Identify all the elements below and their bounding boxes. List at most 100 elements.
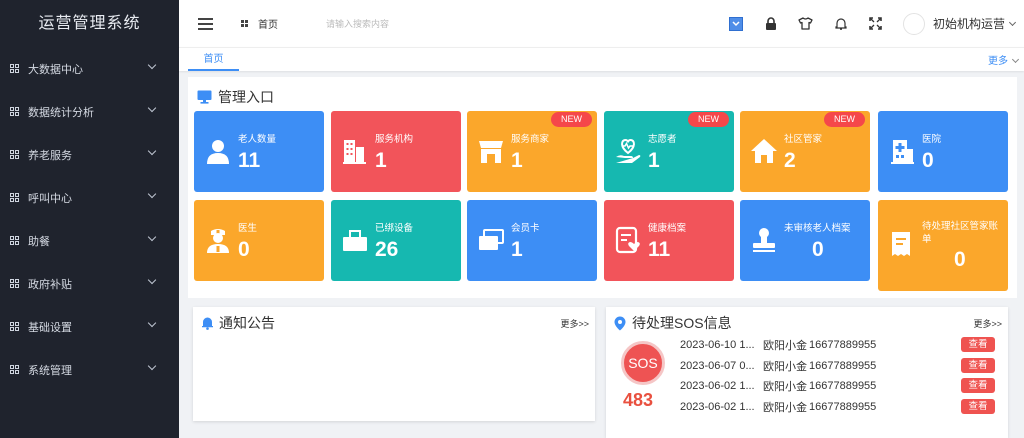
sidebar-item-basic-settings[interactable]: 基础设置	[0, 305, 179, 348]
sidebar-item-subsidy[interactable]: 政府补贴	[0, 262, 179, 305]
view-button[interactable]: 查看	[961, 399, 995, 414]
sidebar-item-elderly-service[interactable]: 养老服务	[0, 133, 179, 176]
card-label: 医院	[922, 134, 942, 145]
grid-icon	[10, 149, 20, 160]
tab-bar: 首页 更多	[179, 47, 1024, 71]
lock-icon[interactable]	[763, 16, 779, 32]
sos-date: 2023-06-07 0...	[680, 360, 755, 372]
card-value: 26	[375, 238, 399, 261]
new-badge: NEW	[551, 112, 592, 127]
sidebar-item-call-center[interactable]: 呼叫中心	[0, 176, 179, 219]
avatar[interactable]	[902, 12, 925, 35]
grid-icon	[10, 235, 20, 246]
card-member-card[interactable]: 会员卡 1	[467, 200, 597, 281]
card-health-record[interactable]: 健康档案 11	[604, 200, 734, 281]
menu-toggle-icon[interactable]	[198, 17, 213, 30]
home-breadcrumb[interactable]: 首页	[241, 16, 278, 31]
heart-hand-icon	[616, 138, 641, 163]
card-label: 会员卡	[511, 223, 540, 234]
grid-icon	[10, 321, 20, 332]
chevron-down-icon	[147, 232, 157, 242]
monitor-icon	[197, 90, 212, 104]
health-record-icon	[615, 226, 640, 254]
dropdown-select-icon[interactable]	[728, 16, 744, 32]
location-pin-icon	[614, 316, 626, 330]
card-label: 已绑设备	[375, 223, 414, 234]
card-value: 1	[648, 149, 660, 172]
sos-phone: 16677889955	[809, 401, 877, 413]
new-badge: NEW	[688, 112, 729, 127]
grid-icon	[10, 278, 20, 289]
card-unreviewed-elderly[interactable]: 未审核老人档案 0	[740, 200, 870, 281]
card-value: 11	[238, 149, 261, 172]
card-label: 待处理社区管家账单	[922, 221, 999, 245]
tab-home[interactable]: 首页	[188, 48, 239, 71]
person-icon	[207, 140, 229, 164]
sidebar-item-meal-aid[interactable]: 助餐	[0, 219, 179, 262]
card-label: 医生	[238, 223, 258, 234]
bell-icon[interactable]	[833, 16, 849, 32]
card-pending-steward-bill[interactable]: 待处理社区管家账单 0	[878, 200, 1008, 291]
view-button[interactable]: 查看	[961, 378, 995, 393]
app-title: 运营管理系统	[38, 15, 141, 32]
top-bar: 首页 初始机构运营	[179, 0, 1024, 47]
notice-panel: 通知公告 更多>>	[193, 307, 595, 421]
new-badge: NEW	[824, 112, 865, 127]
sos-name: 欧阳小金	[763, 361, 807, 373]
card-volunteer[interactable]: 志愿者 1 NEW	[604, 111, 734, 192]
user-name[interactable]: 初始机构运营	[933, 15, 1005, 32]
card-value: 0	[922, 149, 934, 172]
bill-icon	[892, 232, 910, 256]
house-icon	[751, 139, 777, 163]
fullscreen-icon[interactable]	[868, 16, 884, 32]
card-label: 志愿者	[648, 134, 677, 145]
sidebar-item-label: 养老服务	[28, 149, 72, 162]
shop-icon	[479, 141, 503, 163]
card-community-steward[interactable]: 社区管家 2 NEW	[740, 111, 870, 192]
sos-phone: 16677889955	[809, 380, 877, 392]
sos-more-link[interactable]: 更多>>	[973, 317, 1002, 330]
building-icon	[343, 140, 366, 164]
chevron-down-icon	[147, 361, 157, 371]
view-button[interactable]: 查看	[961, 337, 995, 352]
notice-title-text: 通知公告	[219, 315, 275, 331]
card-doctor[interactable]: 医生 0	[194, 200, 324, 281]
notice-more-link[interactable]: 更多>>	[560, 317, 589, 330]
sidebar-item-label: 大数据中心	[28, 63, 83, 76]
hospital-icon	[891, 140, 914, 164]
card-service-merchant[interactable]: 服务商家 1 NEW	[467, 111, 597, 192]
card-label: 未审核老人档案	[784, 223, 851, 234]
sos-title: 待处理SOS信息	[614, 313, 732, 333]
sos-row: 2023-06-10 1... 欧阳小金 16677889955 查看	[680, 335, 997, 355]
card-bound-devices[interactable]: 已绑设备 26	[331, 200, 461, 281]
view-button[interactable]: 查看	[961, 358, 995, 373]
management-section: 管理入口 老人数量 11 服务机构 1 服务商家 1 NEW 志愿者 1 NEW…	[188, 77, 1017, 298]
management-title: 管理入口	[218, 89, 274, 105]
chevron-down-icon	[147, 318, 157, 328]
sos-phone: 16677889955	[809, 360, 877, 372]
sidebar-item-label: 数据统计分析	[28, 106, 94, 119]
shirt-icon[interactable]	[798, 16, 814, 32]
sidebar-item-statistics[interactable]: 数据统计分析	[0, 90, 179, 133]
more-tabs-button[interactable]: 更多	[988, 52, 1018, 67]
card-hospital[interactable]: 医院 0	[878, 111, 1008, 192]
sos-row: 2023-06-02 1... 欧阳小金 16677889955 查看	[680, 376, 997, 396]
card-service-org[interactable]: 服务机构 1	[331, 111, 461, 192]
chevron-down-icon	[147, 103, 157, 113]
sidebar-item-label: 呼叫中心	[28, 192, 72, 205]
grid-icon	[10, 364, 20, 375]
card-icon	[479, 229, 504, 250]
stamp-icon	[753, 228, 775, 252]
sos-panel: 待处理SOS信息 更多>> SOS 483 2023-06-10 1... 欧阳…	[606, 307, 1008, 438]
search-input[interactable]	[326, 13, 526, 34]
sidebar: 运营管理系统 大数据中心 数据统计分析 养老服务 呼叫中心 助餐 政府补贴 基础…	[0, 0, 179, 438]
sos-phone: 16677889955	[809, 339, 877, 351]
grid-icon	[10, 106, 20, 117]
card-elderly-count[interactable]: 老人数量 11	[194, 111, 324, 192]
sos-title-text: 待处理SOS信息	[632, 315, 732, 331]
chevron-down-icon[interactable]	[1008, 18, 1017, 26]
home-label: 首页	[258, 20, 278, 31]
sidebar-item-big-data[interactable]: 大数据中心	[0, 47, 179, 90]
sidebar-item-system[interactable]: 系统管理	[0, 348, 179, 391]
sos-date: 2023-06-02 1...	[680, 380, 755, 392]
